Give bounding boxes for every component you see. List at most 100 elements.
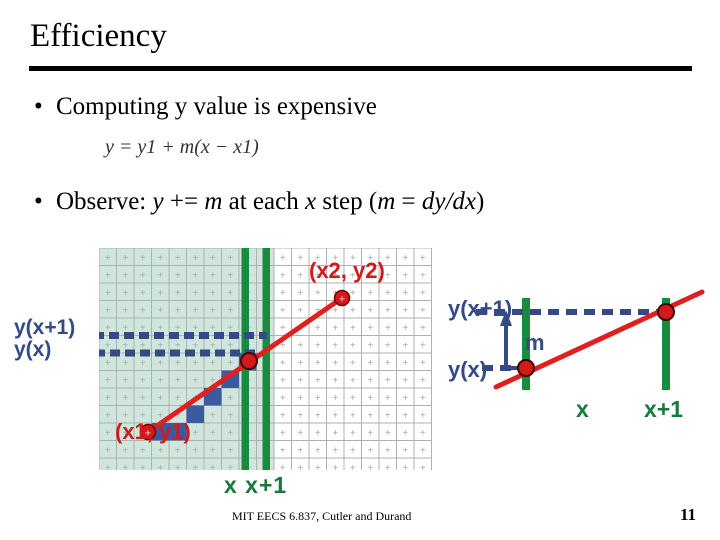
bullet-text-2-m: m	[204, 188, 223, 215]
svg-text:+: +	[280, 270, 286, 281]
svg-text:+: +	[280, 445, 286, 456]
bullet-text-2-close: )	[476, 188, 485, 215]
svg-text:+: +	[227, 270, 233, 281]
svg-text:+: +	[297, 340, 303, 351]
bullet-text-2-plus-eq: +=	[163, 188, 205, 215]
svg-text:+: +	[210, 410, 216, 421]
svg-text:+: +	[350, 323, 356, 334]
svg-text:+: +	[420, 288, 426, 299]
svg-text:+: +	[105, 463, 111, 470]
title-divider	[29, 66, 692, 71]
svg-text:+: +	[280, 305, 286, 316]
svg-text:+: +	[297, 305, 303, 316]
svg-text:+: +	[192, 288, 198, 299]
svg-text:+: +	[175, 393, 181, 404]
bullet-text-2-observe: Observe:	[56, 188, 153, 215]
svg-text:+: +	[315, 393, 321, 404]
svg-text:+: +	[192, 270, 198, 281]
svg-text:+: +	[122, 305, 128, 316]
svg-text:+: +	[192, 428, 198, 439]
svg-text:+: +	[122, 393, 128, 404]
svg-text:+: +	[385, 305, 391, 316]
svg-text:+: +	[157, 358, 163, 369]
svg-text:+: +	[385, 288, 391, 299]
right-label-y-x: y(x)	[448, 357, 488, 382]
svg-text:+: +	[280, 410, 286, 421]
svg-text:+: +	[157, 375, 163, 386]
bullet-item-2: • Observe: y += m at each x step (m = dy/…	[34, 188, 484, 216]
svg-text:+: +	[385, 253, 391, 264]
svg-text:+: +	[332, 358, 338, 369]
svg-text:+: +	[140, 270, 146, 281]
svg-text:+: +	[140, 305, 146, 316]
left-label-x-axis: x x+1	[224, 472, 288, 498]
svg-text:+: +	[122, 358, 128, 369]
svg-text:+: +	[350, 428, 356, 439]
svg-text:+: +	[227, 393, 233, 404]
svg-text:+: +	[175, 358, 181, 369]
svg-text:+: +	[175, 270, 181, 281]
svg-text:+: +	[227, 428, 233, 439]
svg-text:+: +	[122, 375, 128, 386]
svg-text:+: +	[192, 358, 198, 369]
svg-text:+: +	[420, 270, 426, 281]
svg-text:+: +	[227, 463, 233, 470]
left-label-point-2: (x2, y2)	[309, 258, 385, 283]
svg-text:+: +	[402, 253, 408, 264]
equation-line-formula: y = y1 + m(x − x1)	[105, 136, 259, 159]
svg-text:+: +	[297, 270, 303, 281]
svg-text:+: +	[210, 270, 216, 281]
svg-text:+: +	[350, 393, 356, 404]
svg-text:+: +	[210, 340, 216, 351]
svg-text:+: +	[192, 305, 198, 316]
svg-text:+: +	[315, 323, 321, 334]
svg-text:+: +	[420, 393, 426, 404]
svg-text:+: +	[402, 340, 408, 351]
svg-text:+: +	[280, 253, 286, 264]
svg-text:+: +	[280, 375, 286, 386]
svg-text:+: +	[105, 375, 111, 386]
svg-text:+: +	[105, 288, 111, 299]
svg-text:+: +	[122, 270, 128, 281]
svg-text:+: +	[105, 340, 111, 351]
svg-text:+: +	[315, 375, 321, 386]
svg-text:+: +	[192, 463, 198, 470]
svg-text:+: +	[227, 253, 233, 264]
equation-text: y = y1 + m(x − x1)	[105, 136, 259, 158]
svg-text:+: +	[402, 463, 408, 470]
bullet-text-2-x: x	[304, 188, 317, 215]
svg-text:+: +	[332, 428, 338, 439]
svg-text:+: +	[402, 445, 408, 456]
svg-text:+: +	[385, 323, 391, 334]
svg-text:+: +	[280, 463, 286, 470]
svg-text:+: +	[140, 358, 146, 369]
svg-text:+: +	[420, 410, 426, 421]
svg-text:+: +	[385, 463, 391, 470]
bullet-text-2-dydx: dy/dx	[421, 188, 476, 215]
svg-text:+: +	[402, 428, 408, 439]
svg-text:+: +	[350, 445, 356, 456]
svg-text:+: +	[210, 463, 216, 470]
svg-text:+: +	[385, 410, 391, 421]
svg-text:+: +	[420, 305, 426, 316]
bullet-text-2-y: y	[152, 188, 164, 215]
svg-text:+: +	[157, 305, 163, 316]
bullet-text-2-mid: at each	[222, 188, 305, 215]
svg-text:+: +	[227, 445, 233, 456]
svg-text:+: +	[350, 305, 356, 316]
svg-text:+: +	[402, 393, 408, 404]
svg-text:+: +	[140, 393, 146, 404]
svg-text:+: +	[122, 288, 128, 299]
svg-text:+: +	[385, 393, 391, 404]
svg-text:+: +	[402, 270, 408, 281]
svg-text:+: +	[140, 375, 146, 386]
svg-text:+: +	[175, 253, 181, 264]
svg-text:+: +	[105, 253, 111, 264]
svg-text:+: +	[367, 428, 373, 439]
right-label-x-plus-1: x+1	[644, 396, 684, 422]
svg-text:+: +	[297, 375, 303, 386]
bullet-marker: •	[34, 93, 43, 120]
svg-text:+: +	[315, 358, 321, 369]
svg-text:+: +	[402, 288, 408, 299]
svg-text:+: +	[297, 393, 303, 404]
